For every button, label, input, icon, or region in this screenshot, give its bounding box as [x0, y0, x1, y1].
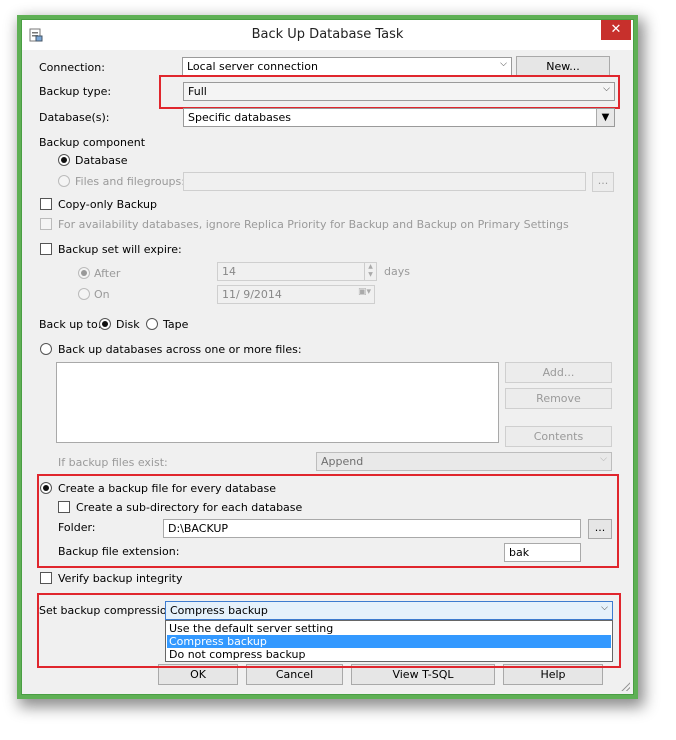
if-exist-label: If backup files exist: — [58, 456, 168, 469]
connection-label: Connection: — [39, 61, 105, 74]
remove-file-button[interactable]: Remove — [505, 388, 612, 409]
databases-value: Specific databases — [188, 111, 292, 124]
backup-dialog: Back Up Database Task ✕ Connection: Loca… — [21, 19, 634, 695]
availability-label: For availability databases, ignore Repli… — [58, 218, 569, 231]
tape-label: Tape — [163, 318, 189, 331]
expire-checkbox[interactable] — [40, 243, 52, 255]
database-radio[interactable] — [58, 154, 70, 166]
chevron-down-icon: ⌵ — [600, 454, 607, 464]
expire-on-label: On — [94, 288, 110, 301]
backup-type-label: Backup type: — [39, 85, 112, 98]
spinner-icon[interactable]: ▲ ▼ — [364, 263, 376, 280]
calendar-icon[interactable]: ▣▾ — [358, 287, 371, 297]
expire-on-radio[interactable] — [78, 288, 90, 300]
expire-days-unit: days — [384, 265, 410, 278]
contents-button[interactable]: Contents — [505, 426, 612, 447]
backup-files-list[interactable] — [56, 362, 499, 443]
expire-date-input[interactable]: 11/ 9/2014 ▣▾ — [217, 285, 375, 304]
backup-to-label: Back up to: — [39, 318, 102, 331]
title-bar: Back Up Database Task ✕ — [22, 20, 633, 50]
files-filegroups-radio[interactable] — [58, 175, 70, 187]
new-connection-button[interactable]: New... — [516, 56, 610, 77]
connection-combo[interactable]: Local server connection ⌵ — [182, 57, 512, 76]
close-button[interactable]: ✕ — [601, 20, 631, 40]
database-radio-label: Database — [75, 154, 128, 167]
backup-component-label: Backup component — [39, 136, 146, 149]
databases-combo[interactable]: Specific databases ▼ — [183, 108, 615, 127]
copy-only-checkbox[interactable] — [40, 198, 52, 210]
expire-after-label: After — [94, 267, 121, 280]
resize-grip-icon[interactable] — [621, 682, 630, 691]
files-browse-button[interactable]: ... — [592, 172, 614, 192]
availability-checkbox[interactable] — [40, 218, 52, 230]
across-files-label: Back up databases across one or more fil… — [58, 343, 302, 356]
files-filegroups-field[interactable] — [183, 172, 586, 191]
across-files-radio[interactable] — [40, 343, 52, 355]
disk-radio[interactable] — [99, 318, 111, 330]
if-exist-combo[interactable]: Append ⌵ — [316, 452, 612, 471]
per-database-highlight — [37, 474, 619, 568]
verify-label: Verify backup integrity — [58, 572, 183, 585]
add-file-button[interactable]: Add... — [505, 362, 612, 383]
window-title: Back Up Database Task — [251, 27, 404, 42]
expire-date-value: 11/ 9/2014 — [222, 288, 282, 301]
tape-radio[interactable] — [146, 318, 158, 330]
verify-checkbox[interactable] — [40, 572, 52, 584]
copy-only-label: Copy-only Backup — [58, 198, 157, 211]
compression-highlight — [37, 593, 621, 668]
backup-type-highlight — [159, 75, 620, 109]
disk-label: Disk — [116, 318, 140, 331]
close-icon[interactable]: ✕ — [611, 22, 622, 37]
expire-after-radio[interactable] — [78, 267, 90, 279]
expire-days-input[interactable]: 14 ▲ ▼ — [217, 262, 377, 281]
databases-label: Database(s): — [39, 111, 110, 124]
dropdown-arrow-icon[interactable]: ▼ — [596, 109, 614, 126]
files-filegroups-label: Files and filegroups: — [75, 175, 185, 188]
expire-days-value: 14 — [222, 265, 236, 278]
connection-value: Local server connection — [187, 60, 318, 73]
if-exist-value: Append — [321, 455, 364, 468]
chevron-down-icon: ⌵ — [500, 59, 507, 69]
expire-label: Backup set will expire: — [58, 243, 182, 256]
